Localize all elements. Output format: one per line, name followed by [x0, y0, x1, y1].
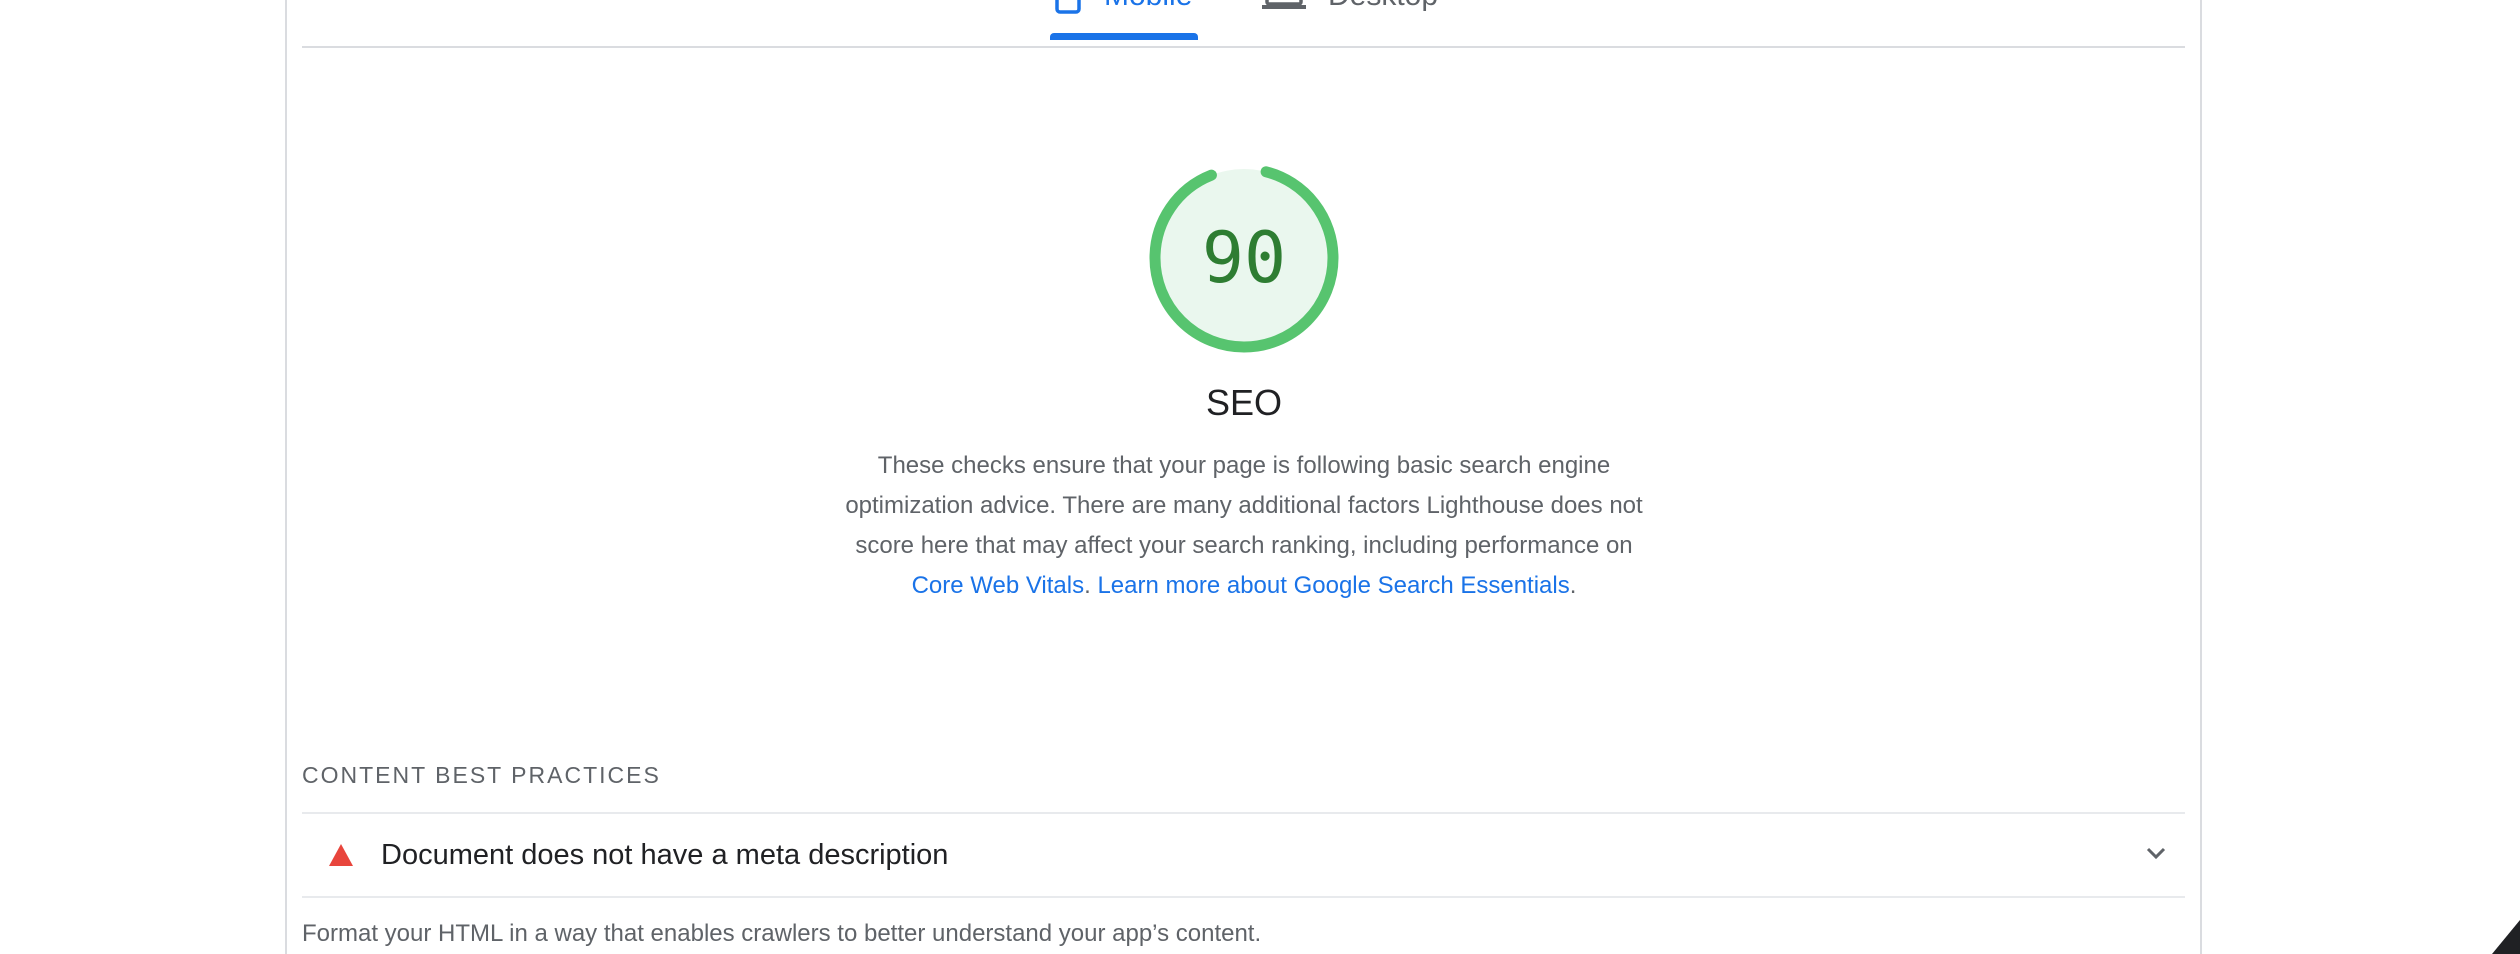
category-description: These checks ensure that your page is fo…	[845, 452, 1643, 599]
chevron-down-icon[interactable]	[2145, 846, 2167, 860]
group-divider-bottom	[302, 896, 2185, 898]
audit-title: Document does not have a meta descriptio…	[381, 838, 949, 871]
mobile-icon	[1055, 0, 1081, 14]
search-essentials-link[interactable]: Learn more about Google Search Essential…	[1097, 572, 1569, 599]
score-value: 90	[1201, 217, 1287, 299]
category-description-text: These checks ensure that your page is fo…	[845, 452, 1643, 559]
desktop-icon	[1262, 0, 1306, 9]
tab-mobile-label: Mobile	[1104, 0, 1192, 13]
audit-row[interactable]: Document does not have a meta descriptio…	[302, 814, 2185, 896]
core-web-vitals-link[interactable]: Core Web Vitals	[912, 572, 1085, 599]
warning-triangle-icon	[329, 844, 353, 866]
window-corner	[2492, 920, 2520, 954]
tabs-divider	[302, 46, 2185, 48]
tab-mobile[interactable]: Mobile	[1054, 0, 1192, 14]
tab-desktop[interactable]: Desktop	[1262, 0, 1438, 14]
category-title: SEO	[1205, 382, 1283, 423]
active-tab-indicator	[1050, 33, 1198, 40]
group-description: Format your HTML in a way that enables c…	[302, 920, 1262, 947]
group-title: CONTENT BEST PRACTICES	[302, 762, 661, 788]
tab-desktop-label: Desktop	[1328, 0, 1438, 13]
